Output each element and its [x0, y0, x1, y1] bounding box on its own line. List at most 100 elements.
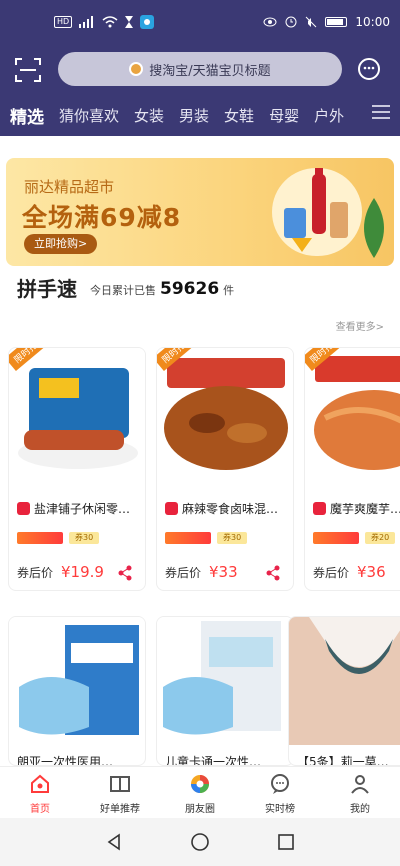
product-image — [157, 348, 293, 478]
product-name: 魔芋爽魔芋… — [330, 502, 400, 516]
tab-mens-clothing[interactable]: 男装 — [179, 105, 209, 126]
search-placeholder: 搜淘宝/天猫宝贝标题 — [149, 63, 271, 79]
product-card[interactable]: 限时抢购 魔芋爽魔芋… 券20 券后价 ¥36 — [304, 347, 400, 591]
user-icon — [351, 775, 369, 794]
scan-icon[interactable] — [14, 56, 42, 84]
product-price: 券后价 ¥36 — [313, 563, 386, 581]
price-label: 券后价 — [17, 566, 54, 580]
chat-icon — [271, 774, 289, 794]
product-card[interactable]: 朗亚一次性医用… — [8, 616, 146, 766]
tab-featured[interactable]: 精选 — [10, 103, 44, 128]
price-value: ¥33 — [209, 563, 238, 581]
product-image — [289, 617, 400, 745]
status-left: HD — [54, 15, 155, 29]
leaf-decoration-icon — [364, 198, 384, 258]
tab-outdoor[interactable]: 户外 — [314, 105, 344, 126]
product-title: 盐津铺子休闲零… — [17, 500, 130, 517]
view-more-link[interactable]: 查看更多> — [336, 318, 384, 333]
coupon-tag: 券30 — [217, 532, 248, 544]
drinks-icon — [284, 168, 348, 252]
banner-headline: 全场满69减8 — [22, 203, 182, 232]
banner-subtitle: 丽达精品超市 — [24, 178, 115, 196]
nav-recommend-label: 好单推荐 — [100, 804, 140, 815]
product-grid-row: 朗亚一次性医用… 儿童卡通一次性… 【5条】莉一莫… — [0, 616, 400, 766]
tab-womens-clothing[interactable]: 女装 — [134, 105, 164, 126]
tab-womens-shoes[interactable]: 女鞋 — [224, 105, 254, 126]
mute-icon — [306, 16, 317, 28]
product-name: 盐津铺子休闲零… — [34, 502, 131, 516]
product-card[interactable]: 限时抢购 盐津铺子休闲零… 券30 券后价 ¥19.9 — [8, 347, 146, 591]
tmall-icon — [313, 502, 326, 515]
tmall-icon — [165, 502, 178, 515]
home-circle-icon[interactable] — [190, 832, 210, 852]
app-notification-icon — [140, 15, 155, 29]
system-nav-bar — [0, 818, 400, 866]
product-name: 儿童卡通一次性… — [165, 755, 262, 766]
banner-product-image — [272, 168, 362, 256]
promo-tag — [17, 532, 63, 544]
product-image — [9, 617, 145, 745]
nav-moments-label: 朋友圈 — [185, 804, 215, 815]
product-card[interactable]: 限时抢购 麻辣零食卤味混… 券30 券后价 ¥33 — [156, 347, 294, 591]
book-icon — [110, 776, 130, 792]
product-title: 魔芋爽魔芋… — [313, 500, 400, 517]
bottom-nav: 首页 好单推荐 朋友圈 实时榜 我的 — [0, 766, 400, 818]
category-tabs: 精选 猜你喜欢 女装 男装 女鞋 母婴 户外 — [0, 100, 400, 130]
product-carousel: 限时抢购 盐津铺子休闲零… 券30 券后价 ¥19.9 限时抢购 麻辣零食卤味混… — [0, 347, 400, 597]
moments-icon — [191, 775, 209, 793]
product-name: 【5条】莉一莫… — [297, 755, 389, 766]
product-name: 麻辣零食卤味混… — [182, 502, 279, 516]
product-title: 麻辣零食卤味混… — [165, 500, 278, 517]
product-card[interactable]: 儿童卡通一次性… — [156, 616, 294, 766]
promo-tag — [313, 532, 359, 544]
tab-mother-baby[interactable]: 母婴 — [269, 105, 299, 126]
stat-unit: 件 — [223, 284, 235, 297]
banner-buy-button[interactable]: 立即抢购> — [24, 234, 98, 254]
stat-prefix: 今日累计已售 — [90, 284, 156, 297]
tmall-icon — [17, 502, 30, 515]
sim-chip: HD — [54, 16, 73, 28]
eye-icon — [263, 17, 277, 27]
status-right: 10:00 — [263, 15, 390, 29]
product-price: 券后价 ¥19.9 — [17, 563, 104, 581]
tab-guess-you-like[interactable]: 猜你喜欢 — [59, 105, 119, 126]
nav-ranking-label: 实时榜 — [265, 804, 295, 815]
share-icon[interactable] — [117, 565, 133, 581]
stat-count: 59626 — [160, 279, 220, 299]
nav-home[interactable]: 首页 — [0, 767, 80, 818]
status-bar: HD 10:00 — [0, 0, 400, 46]
product-badges: 券20 — [313, 532, 396, 544]
back-icon[interactable] — [104, 832, 124, 852]
search-bar[interactable]: 搜淘宝/天猫宝贝标题 — [58, 52, 342, 86]
product-image — [9, 348, 145, 478]
nav-home-label: 首页 — [30, 804, 50, 815]
promo-banner[interactable]: 丽达精品超市 全场满69减8 立即抢购> — [6, 158, 394, 266]
home-icon — [31, 774, 49, 793]
price-label: 券后价 — [313, 566, 350, 580]
nav-moments[interactable]: 朋友圈 — [160, 767, 240, 818]
menu-icon[interactable] — [372, 105, 390, 121]
price-value: ¥36 — [357, 563, 386, 581]
coupon-tag: 券20 — [365, 532, 396, 544]
product-name: 朗亚一次性医用… — [17, 755, 114, 766]
message-icon[interactable] — [356, 56, 382, 82]
price-value: ¥19.9 — [61, 563, 104, 581]
nav-ranking[interactable]: 实时榜 — [240, 767, 320, 818]
product-badges: 券30 — [165, 532, 248, 544]
status-time: 10:00 — [355, 15, 390, 29]
hourglass-icon — [125, 16, 134, 28]
nav-profile[interactable]: 我的 — [320, 767, 400, 818]
recents-icon[interactable] — [276, 832, 296, 852]
product-image — [305, 348, 400, 478]
product-card[interactable]: 【5条】莉一莫… — [288, 616, 400, 766]
wifi-icon — [102, 16, 118, 28]
promo-tag — [165, 532, 211, 544]
product-image — [157, 617, 293, 745]
app-screen: HD 10:00 搜淘宝/天猫宝贝标题 精选 猜你喜欢 女装 男装 女鞋 母婴 … — [0, 0, 400, 866]
share-icon[interactable] — [265, 565, 281, 581]
price-label: 券后价 — [165, 566, 202, 580]
battery-icon — [325, 17, 348, 27]
nav-recommend[interactable]: 好单推荐 — [80, 767, 160, 818]
alarm-icon — [285, 16, 297, 28]
coupon-tag: 券30 — [69, 532, 100, 544]
